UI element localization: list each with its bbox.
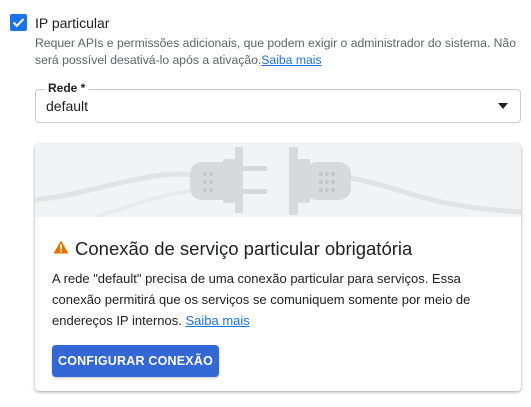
network-select-label: Rede * [45, 81, 89, 95]
network-select-value: default [46, 98, 89, 114]
dropdown-arrow-icon[interactable] [498, 103, 508, 109]
plug-right-icon [289, 147, 351, 215]
warning-icon [53, 240, 69, 259]
card-body-text: A rede "default" precisa de uma conexão … [52, 271, 471, 328]
configure-connection-button[interactable]: CONFIGURAR CONEXÃO [52, 345, 219, 377]
card-header: Conexão de serviço particular obrigatóri… [53, 238, 412, 260]
network-select[interactable]: Rede * default [35, 81, 521, 123]
service-connection-card: Conexão de serviço particular obrigatóri… [35, 144, 521, 391]
plug-illustration [35, 144, 521, 219]
private-ip-helper-text: Requer APIs e permissões adicionais, que… [35, 35, 520, 69]
plug-left-icon [190, 147, 267, 213]
card-body: A rede "default" precisa de uma conexão … [52, 268, 507, 331]
private-ip-label: IP particular [35, 15, 110, 31]
card-learn-more-link[interactable]: Saiba mais [185, 313, 249, 328]
helper-learn-more-link[interactable]: Saiba mais [261, 53, 321, 67]
private-ip-checkbox[interactable] [10, 14, 29, 33]
checkbox-checked-icon[interactable] [10, 14, 27, 31]
card-title: Conexão de serviço particular obrigatóri… [75, 238, 413, 259]
